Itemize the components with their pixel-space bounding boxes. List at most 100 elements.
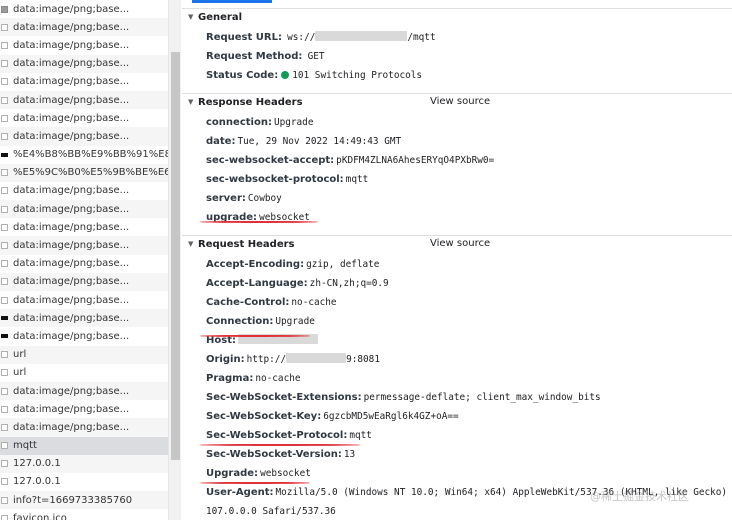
request-row[interactable]: %E4%B8%BB%E9%BB%91%E8%8: [0, 146, 168, 164]
request-row[interactable]: data:image/png;base...: [0, 400, 168, 418]
annotation-underline: [200, 221, 318, 223]
request-row[interactable]: url: [0, 364, 168, 382]
file-icon: [1, 205, 8, 213]
request-row[interactable]: data:image/png;base...: [0, 18, 168, 37]
file-icon: [1, 405, 8, 413]
header-name: sec-websocket-accept:: [206, 155, 335, 166]
header-row: Connection: Upgrade: [206, 315, 315, 329]
header-row: connection: Upgrade: [206, 116, 313, 130]
request-row[interactable]: info?t=1669733385760: [0, 491, 168, 510]
request-row[interactable]: data:image/png;base...: [0, 309, 168, 328]
header-name: sec-websocket-protocol:: [206, 174, 344, 185]
header-value: gzip, deflate: [306, 259, 380, 270]
header-value: pKDFM4ZLNA6AhesERYqO4PXbRw0=: [336, 155, 495, 166]
header-name: Sec-WebSocket-Key:: [206, 411, 322, 422]
request-row[interactable]: data:image/png;base...: [0, 291, 168, 309]
general-section-header[interactable]: ▼ General: [182, 8, 732, 26]
header-row: sec-websocket-protocol: mqtt: [206, 173, 368, 187]
header-value: ws:///mqtt: [287, 31, 436, 43]
header-row: Upgrade: websocket: [206, 467, 311, 481]
request-row[interactable]: url: [0, 345, 168, 364]
header-value: websocket: [260, 468, 311, 479]
request-row[interactable]: data:image/png;base...: [0, 327, 168, 345]
header-name: Sec-WebSocket-Extensions:: [206, 392, 362, 403]
header-row: Pragma: no-cache: [206, 372, 301, 386]
request-list: data:image/png;base... data:image/png;bas…: [0, 0, 168, 520]
request-headers-header[interactable]: ▼ Request Headers View source: [182, 235, 732, 253]
request-row[interactable]: data:image/png;base...: [0, 418, 168, 437]
request-name: data:image/png;base...: [13, 112, 130, 124]
request-row[interactable]: data:image/png;base...: [0, 36, 168, 54]
active-tab-indicator: [192, 0, 272, 3]
request-name: data:image/png;base...: [13, 240, 130, 252]
scrollbar-thumb[interactable]: [171, 52, 180, 460]
request-row[interactable]: data:image/png;base...: [0, 127, 168, 146]
header-value: no-cache: [255, 373, 301, 384]
header-row: Accept-Language: zh-CN,zh;q=0.9: [206, 277, 389, 291]
header-row: Accept-Encoding: gzip, deflate: [206, 258, 379, 272]
file-icon: [1, 442, 8, 450]
request-row[interactable]: data:image/png;base...: [0, 0, 168, 18]
request-row[interactable]: data:image/png;base...: [0, 109, 168, 127]
header-name: Pragma:: [206, 373, 254, 384]
file-icon: [1, 96, 8, 104]
request-name: data:image/png;base...: [13, 21, 130, 33]
request-row[interactable]: favicon.ico: [0, 509, 168, 520]
header-name: User-Agent:: [206, 487, 274, 498]
header-value: Tue, 29 Nov 2022 14:49:43 GMT: [237, 136, 402, 147]
header-value: GET: [307, 51, 325, 62]
header-name: Sec-WebSocket-Protocol:: [206, 430, 348, 441]
request-method-row: Request Method: GET: [206, 50, 325, 64]
header-value: 13: [343, 449, 356, 460]
status-ok-icon: [281, 71, 290, 79]
file-icon: [1, 278, 8, 286]
watermark: @稀土掘金技术社区: [590, 490, 689, 503]
annotation-underline: [200, 482, 310, 484]
file-icon: [1, 460, 8, 468]
request-row[interactable]: data:image/png;base...: [0, 200, 168, 219]
request-row[interactable]: data:image/png;base...: [0, 381, 168, 401]
request-row[interactable]: %E5%9C%B0%E5%9B%BE%E6%9.: [0, 163, 168, 182]
request-row[interactable]: data:image/png;base...: [0, 54, 168, 73]
request-row[interactable]: data:image/png;base...: [0, 255, 168, 273]
request-row[interactable]: data:image/png;base...: [0, 90, 168, 110]
request-row[interactable]: mqtt: [0, 436, 168, 455]
request-name: data:image/png;base...: [13, 421, 130, 433]
request-name: url: [13, 367, 27, 379]
status-code-row: Status Code: 101 Switching Protocols: [206, 69, 422, 83]
header-name: date:: [206, 136, 236, 147]
request-name: data:image/png;base...: [13, 221, 130, 233]
file-icon: [1, 41, 8, 49]
collapse-triangle-icon: ▼: [188, 240, 194, 248]
request-row[interactable]: data:image/png;base...: [0, 73, 168, 91]
request-name: data:image/png;base...: [13, 94, 130, 106]
request-row[interactable]: data:image/png;base...: [0, 236, 168, 255]
image-file-icon: [1, 5, 8, 13]
request-name: data:image/png;base...: [13, 58, 130, 70]
collapse-triangle-icon: ▼: [188, 98, 194, 106]
request-row[interactable]: 127.0.0.1: [0, 473, 168, 491]
response-headers-header[interactable]: ▼ Response Headers View source: [182, 93, 732, 111]
request-name: favicon.ico: [13, 512, 67, 520]
request-name: data:image/png;base...: [13, 39, 130, 51]
request-row[interactable]: data:image/png;base...: [0, 272, 168, 291]
file-icon: [1, 514, 8, 520]
request-row[interactable]: 127.0.0.1: [0, 454, 168, 473]
request-name: data:image/png;base...: [13, 130, 130, 142]
dark-file-icon: [1, 334, 8, 339]
header-row: sec-websocket-accept: pKDFM4ZLNA6AhesERYq…: [206, 154, 494, 168]
header-value: http://9:8081: [246, 353, 380, 365]
view-source-link[interactable]: View source: [430, 238, 490, 249]
request-row[interactable]: data:image/png;base...: [0, 182, 168, 200]
dark-file-icon: [1, 316, 8, 321]
header-value: no-cache: [291, 297, 337, 308]
request-name: url: [13, 349, 27, 361]
request-name: data:image/png;base...: [13, 330, 130, 342]
request-list-scrollbar[interactable]: [168, 0, 181, 520]
view-source-link[interactable]: View source: [430, 96, 490, 107]
response-headers-title: Response Headers: [198, 96, 303, 108]
header-row: Sec-WebSocket-Extensions: permessage-defl…: [206, 391, 601, 405]
request-name: 127.0.0.1: [13, 458, 61, 470]
redacted-host: [315, 31, 408, 41]
request-row[interactable]: data:image/png;base...: [0, 218, 168, 236]
